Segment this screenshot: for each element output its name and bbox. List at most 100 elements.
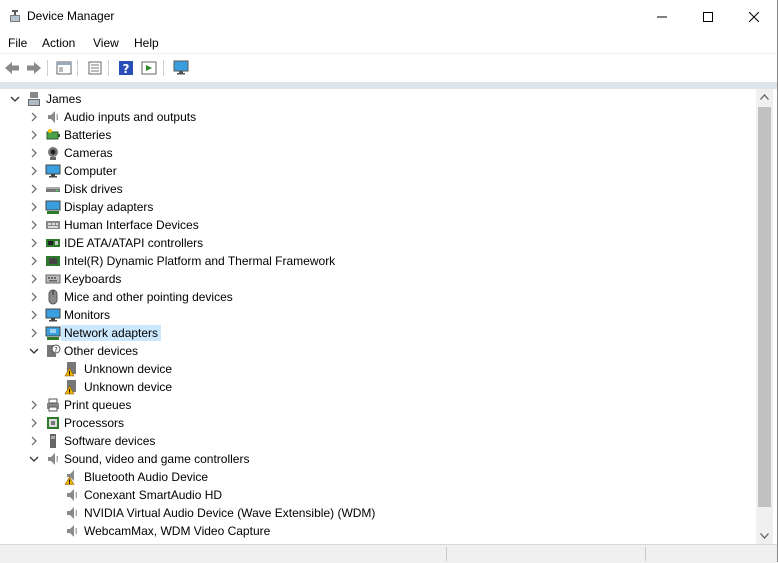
tree-category-row[interactable]: Audio inputs and outputs: [1, 108, 757, 126]
speaker-icon: [48, 111, 58, 123]
tree-device-label: Conexant SmartAudio HD: [84, 488, 223, 502]
monitor-icon: [45, 308, 61, 322]
tree-category-row[interactable]: Human Interface Devices: [1, 216, 757, 234]
speaker-icon: [48, 453, 58, 465]
scroll-down-icon[interactable]: [760, 533, 769, 539]
chevron-right-icon[interactable]: [29, 112, 39, 122]
properties-pane-icon[interactable]: [54, 59, 74, 77]
chevron-down-icon[interactable]: [29, 454, 39, 464]
tree-device-label: NVIDIA Virtual Audio Device (Wave Extens…: [84, 506, 376, 520]
forward-icon[interactable]: [24, 59, 44, 77]
chevron-right-icon[interactable]: [29, 148, 39, 158]
tree-device-row[interactable]: Conexant SmartAudio HD: [1, 486, 757, 504]
tree-node-label: Display adapters: [64, 200, 154, 214]
chevron-right-icon[interactable]: [29, 202, 39, 212]
monitor-icon[interactable]: [171, 59, 191, 77]
svg-text:?: ?: [54, 346, 58, 354]
chevron-right-icon[interactable]: [29, 256, 39, 266]
status-bar: [0, 544, 778, 563]
chevron-down-icon[interactable]: [10, 94, 20, 104]
display-adapter-icon: [45, 200, 61, 214]
menu-view[interactable]: View: [93, 36, 119, 50]
disk-drive-icon: [46, 187, 60, 192]
computer-root-icon: [28, 92, 40, 106]
chevron-right-icon[interactable]: [29, 166, 39, 176]
chevron-right-icon[interactable]: [29, 400, 39, 410]
tree-node-label: Mice and other pointing devices: [64, 290, 233, 304]
tree-node-label: Monitors: [64, 308, 111, 322]
tree-node-label: Computer: [64, 164, 117, 178]
maximize-button[interactable]: [685, 0, 731, 33]
tree-category-row[interactable]: Intel(R) Dynamic Platform and Thermal Fr…: [1, 252, 757, 270]
warning-device-icon: [64, 380, 76, 395]
chevron-right-icon[interactable]: [29, 220, 39, 230]
chevron-right-icon[interactable]: [29, 130, 39, 140]
device-tree[interactable]: James Audio inputs and outputs Batteries C…: [1, 89, 757, 544]
menu-bar: File Action View Help: [0, 33, 778, 53]
menu-file[interactable]: File: [8, 36, 27, 50]
tree-device-label: Unknown device: [84, 380, 173, 394]
title-bar[interactable]: Device Manager: [0, 0, 778, 33]
back-icon[interactable]: [2, 59, 22, 77]
tree-category-row[interactable]: Monitors: [1, 306, 757, 324]
tree-category-row[interactable]: Processors: [1, 414, 757, 432]
chevron-right-icon[interactable]: [29, 292, 39, 302]
run-action-icon[interactable]: [139, 59, 159, 77]
tree-device-row[interactable]: Unknown device: [1, 360, 757, 378]
tree-node-label: Cameras: [64, 146, 113, 160]
chevron-right-icon[interactable]: [29, 274, 39, 284]
printer-icon: [47, 398, 59, 412]
computer-icon: [45, 164, 61, 178]
tree-device-row[interactable]: Bluetooth Audio Device: [1, 468, 757, 486]
tree-category-row[interactable]: IDE ATA/ATAPI controllers: [1, 234, 757, 252]
tree-device-label: WebcamMax, WDM Video Capture: [84, 524, 271, 538]
speaker-icon: [67, 489, 77, 501]
tree-device-label: Bluetooth Audio Device: [84, 470, 209, 484]
menu-action[interactable]: Action: [42, 36, 75, 50]
tree-category-row[interactable]: Print queues: [1, 396, 757, 414]
tree-node-label: Other devices: [64, 344, 139, 358]
tree-device-row[interactable]: NVIDIA Virtual Audio Device (Wave Extens…: [1, 504, 757, 522]
tree-root-row[interactable]: James: [1, 90, 757, 108]
tree-category-row[interactable]: Network adapters: [1, 324, 757, 342]
tree-category-row[interactable]: Disk drives: [1, 180, 757, 198]
tree-category-row[interactable]: Computer: [1, 162, 757, 180]
speaker-icon: [67, 525, 77, 537]
vertical-scrollbar[interactable]: [756, 89, 773, 544]
menu-help[interactable]: Help: [134, 36, 159, 50]
chevron-right-icon[interactable]: [29, 418, 39, 428]
chevron-down-icon[interactable]: [29, 346, 39, 356]
unknown-device-icon: ?: [47, 344, 61, 357]
chevron-right-icon[interactable]: [29, 184, 39, 194]
ide-controller-icon: [46, 239, 60, 247]
minimize-button[interactable]: [639, 0, 685, 33]
tree-node-label: Processors: [64, 416, 125, 430]
tree-device-row[interactable]: WebcamMax, WDM Video Capture: [1, 522, 757, 540]
camera-icon: [48, 147, 58, 160]
tree-category-row[interactable]: ? Other devices: [1, 342, 757, 360]
scrollbar-thumb[interactable]: [758, 107, 771, 507]
close-button[interactable]: [731, 0, 777, 33]
tree-category-row[interactable]: Keyboards: [1, 270, 757, 288]
tree-node-label: Audio inputs and outputs: [64, 110, 197, 124]
chevron-right-icon[interactable]: [29, 310, 39, 320]
mouse-icon: [48, 289, 58, 305]
device-list-icon[interactable]: [85, 59, 105, 77]
chevron-right-icon[interactable]: [29, 436, 39, 446]
tree-node-label: Keyboards: [64, 272, 122, 286]
tree-category-row[interactable]: Display adapters: [1, 198, 757, 216]
software-device-icon: [50, 434, 56, 448]
speaker-icon: [67, 507, 77, 519]
tree-node-label: Intel(R) Dynamic Platform and Thermal Fr…: [64, 254, 336, 268]
tree-device-row[interactable]: Unknown device: [1, 378, 757, 396]
scroll-up-icon[interactable]: [760, 94, 769, 100]
tree-category-row[interactable]: Sound, video and game controllers: [1, 450, 757, 468]
chevron-right-icon[interactable]: [29, 328, 39, 338]
tree-category-row[interactable]: Mice and other pointing devices: [1, 288, 757, 306]
tree-category-row[interactable]: Software devices: [1, 432, 757, 450]
help-icon[interactable]: ?: [116, 59, 136, 77]
chevron-right-icon[interactable]: [29, 238, 39, 248]
tree-node-label: Disk drives: [64, 182, 123, 196]
tree-category-row[interactable]: Cameras: [1, 144, 757, 162]
tree-category-row[interactable]: Batteries: [1, 126, 757, 144]
